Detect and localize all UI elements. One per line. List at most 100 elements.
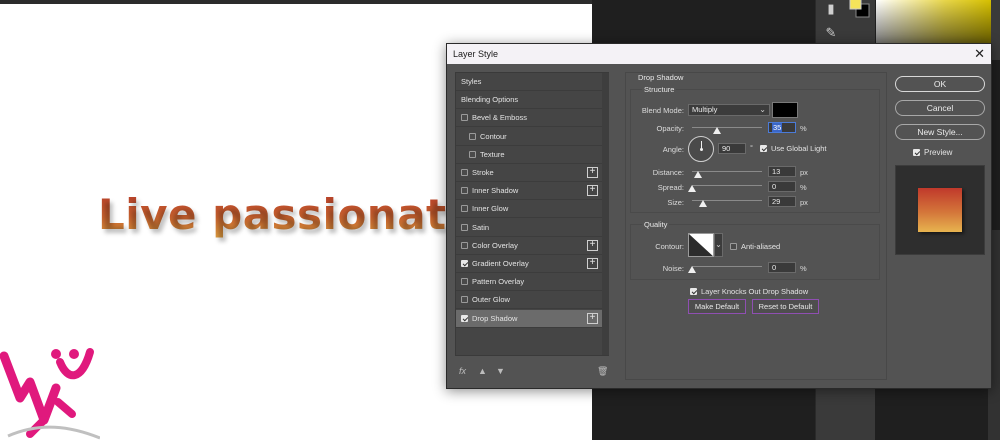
style-checkbox[interactable]	[461, 241, 468, 249]
styles-list-item-label: Stroke	[472, 168, 494, 177]
spread-slider-knob[interactable]	[688, 185, 696, 192]
brush-icon[interactable]: ✎	[820, 22, 842, 44]
dialog-titlebar[interactable]: Layer Style ✕	[447, 44, 991, 64]
style-checkbox[interactable]	[461, 314, 468, 322]
angle-input[interactable]: 90	[718, 143, 746, 154]
trash-icon[interactable]: 🗑	[597, 366, 608, 377]
styles-list: Styles Blending Options Bevel & Emboss Cont…	[455, 72, 609, 356]
quality-title: Quality	[642, 220, 670, 229]
styles-list-item[interactable]: Pattern Overlay	[456, 273, 602, 292]
size-input[interactable]: 29	[768, 196, 796, 207]
opacity-slider-knob[interactable]	[712, 127, 721, 134]
contour-dropdown-chevron-icon[interactable]: ⌄	[714, 233, 723, 257]
foreground-background-swatch-icon[interactable]	[848, 0, 872, 18]
styles-list-item[interactable]: Texture	[456, 146, 602, 164]
move-down-icon[interactable]: ▼	[496, 366, 505, 376]
styles-list-scrollbar[interactable]	[602, 73, 609, 355]
new-style-button[interactable]: New Style...	[895, 124, 985, 140]
anti-aliased-check[interactable]	[730, 243, 737, 250]
add-style-plus-icon[interactable]: +	[587, 312, 598, 324]
noise-slider-knob[interactable]	[688, 266, 696, 273]
reset-to-default-button[interactable]: Reset to Default	[752, 299, 819, 314]
styles-list-item-label: Bevel & Emboss	[472, 113, 528, 123]
style-checkbox[interactable]	[469, 132, 476, 140]
ok-button[interactable]: OK	[895, 76, 985, 92]
styles-list-item-label: Inner Shadow	[472, 186, 519, 196]
style-checkbox[interactable]	[461, 278, 468, 286]
styles-list-item[interactable]: Outer Glow	[456, 291, 602, 310]
opacity-unit: %	[800, 124, 807, 133]
make-default-button[interactable]: Make Default	[688, 299, 746, 314]
spread-unit: %	[800, 183, 807, 192]
styles-list-item-label: Contour	[480, 131, 507, 141]
fx-icon[interactable]: fx	[459, 366, 466, 376]
hue-slider[interactable]	[991, 0, 1000, 60]
style-checkbox[interactable]	[461, 223, 468, 231]
brand-logo-icon	[0, 348, 100, 440]
cancel-button[interactable]: Cancel	[895, 100, 985, 116]
blend-mode-label: Blend Mode:	[641, 106, 684, 115]
styles-list-item-label: Gradient Overlay	[472, 259, 529, 268]
add-style-plus-icon[interactable]: +	[587, 258, 598, 269]
distance-slider-knob[interactable]	[694, 171, 702, 178]
styles-list-item-label: Pattern Overlay	[472, 277, 525, 287]
style-preview-swatch	[918, 188, 962, 232]
dialog-title: Layer Style	[453, 49, 499, 59]
angle-dial[interactable]	[688, 136, 714, 162]
style-checkbox[interactable]	[461, 114, 468, 122]
styles-list-item-label: Blending Options	[461, 95, 519, 105]
use-global-light-label: Use Global Light	[771, 144, 827, 153]
styles-list-item[interactable]: Inner Glow	[456, 200, 602, 219]
contour-preview[interactable]	[688, 233, 714, 257]
knocks-out-check[interactable]	[690, 288, 697, 295]
comment-icon[interactable]: ▮	[820, 0, 842, 20]
angle-label: Angle:	[662, 145, 684, 154]
knocks-out-checkbox[interactable]: Layer Knocks Out Drop Shadow	[690, 287, 808, 296]
style-checkbox[interactable]	[461, 296, 468, 304]
noise-label: Noise:	[662, 264, 684, 273]
shadow-color-swatch[interactable]	[772, 102, 798, 118]
distance-input[interactable]: 13	[768, 166, 796, 177]
style-checkbox[interactable]	[461, 205, 468, 213]
drop-shadow-section-title: Drop Shadow	[638, 73, 684, 82]
preview-checkbox[interactable]: Preview	[913, 148, 952, 157]
color-picker-field[interactable]	[876, 0, 991, 44]
opacity-slider-track[interactable]	[692, 127, 762, 128]
styles-list-item[interactable]: Contour	[456, 128, 602, 146]
opacity-input[interactable]: 35	[768, 122, 796, 133]
styles-list-item[interactable]: Blending Options	[456, 91, 602, 110]
styles-list-item[interactable]: Bevel & Emboss	[456, 109, 602, 128]
styles-list-item[interactable]: Gradient Overlay +	[456, 255, 602, 273]
noise-input[interactable]: 0	[768, 262, 796, 273]
noise-slider-track[interactable]	[692, 266, 762, 267]
add-style-plus-icon[interactable]: +	[587, 167, 598, 178]
style-checkbox[interactable]	[469, 150, 476, 158]
style-checkbox[interactable]	[461, 169, 468, 176]
preview-label: Preview	[924, 148, 953, 157]
noise-unit: %	[800, 264, 807, 273]
style-checkbox[interactable]	[461, 260, 468, 267]
spread-slider-track[interactable]	[692, 185, 762, 186]
add-style-plus-icon[interactable]: +	[587, 239, 598, 251]
chevron-down-icon: ⌄	[759, 105, 766, 114]
styles-list-item[interactable]: Drop Shadow +	[456, 309, 602, 328]
styles-list-item[interactable]: Styles	[456, 73, 602, 91]
contour-label: Contour:	[655, 242, 684, 251]
distance-slider-track[interactable]	[692, 171, 762, 172]
add-style-plus-icon[interactable]: +	[587, 185, 598, 197]
size-slider-knob[interactable]	[699, 200, 707, 207]
preview-check[interactable]	[913, 149, 920, 156]
spread-input[interactable]: 0	[768, 181, 796, 192]
use-global-light-check[interactable]	[760, 145, 767, 152]
styles-list-item[interactable]: Color Overlay +	[456, 237, 602, 255]
styles-list-item[interactable]: Inner Shadow +	[456, 182, 602, 201]
anti-aliased-checkbox[interactable]: Anti-aliased	[730, 242, 780, 251]
use-global-light-checkbox[interactable]: Use Global Light	[760, 144, 826, 153]
close-icon[interactable]: ✕	[974, 46, 985, 62]
styles-list-item-label: Inner Glow	[472, 204, 509, 214]
styles-list-item[interactable]: Satin	[456, 219, 602, 237]
blend-mode-select[interactable]: Multiply ⌄	[688, 104, 770, 116]
styles-list-item[interactable]: Stroke +	[456, 164, 602, 182]
move-up-icon[interactable]: ▲	[478, 366, 487, 376]
style-checkbox[interactable]	[461, 187, 468, 195]
